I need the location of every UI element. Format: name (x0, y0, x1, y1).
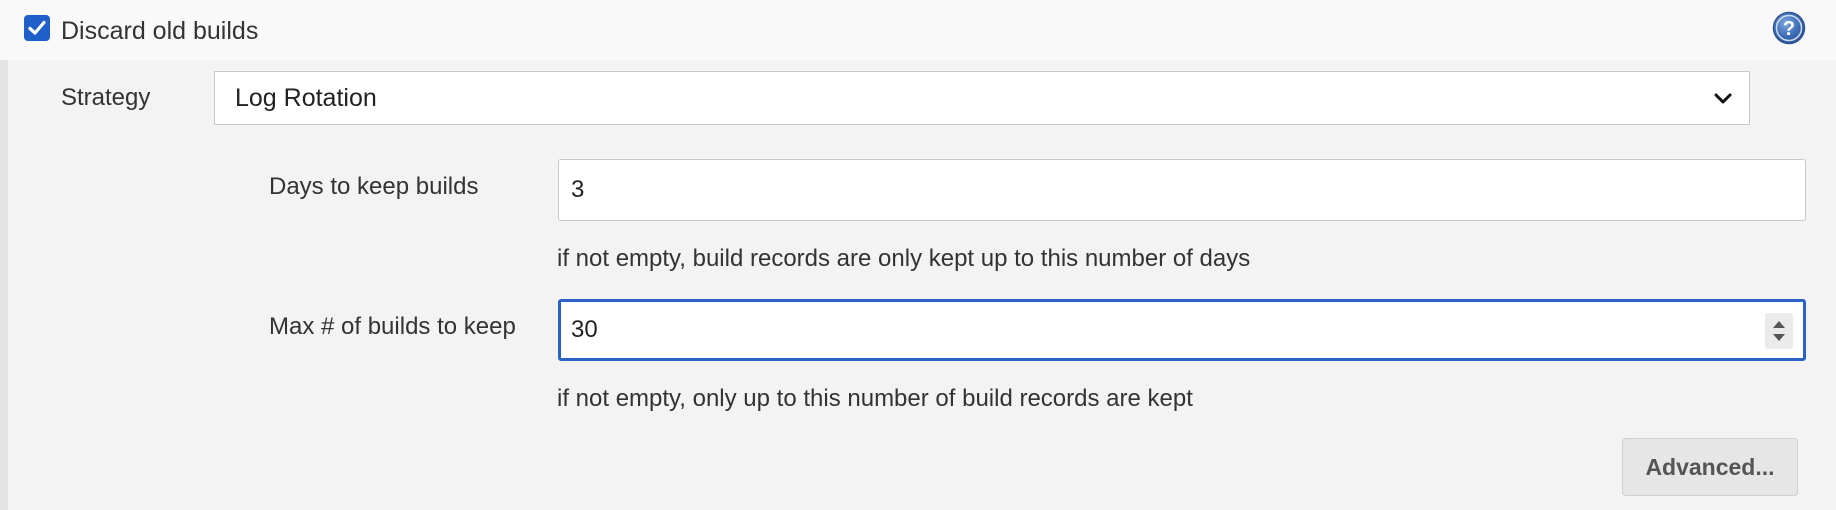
section-header (0, 0, 1836, 60)
strategy-select[interactable]: Log Rotation (214, 71, 1750, 125)
section-indent-bar (0, 60, 8, 510)
advanced-button[interactable]: Advanced... (1622, 438, 1798, 496)
days-to-keep-value: 3 (571, 176, 585, 203)
max-builds-value: 30 (571, 316, 598, 343)
help-glyph: ? (1783, 18, 1795, 40)
number-stepper[interactable] (1765, 313, 1793, 349)
stepper-arrows-icon (1773, 321, 1785, 341)
max-builds-label: Max # of builds to keep (269, 313, 516, 340)
days-to-keep-hint: if not empty, build records are only kep… (557, 245, 1251, 272)
days-to-keep-label: Days to keep builds (269, 173, 479, 200)
chevron-down-icon (1714, 93, 1732, 104)
discard-old-builds-label[interactable]: Discard old builds (61, 16, 258, 46)
max-builds-hint: if not empty, only up to this number of … (557, 385, 1193, 412)
help-icon[interactable]: ? (1772, 11, 1806, 45)
discard-old-builds-section: Discard old builds ? Strategy Log Rotati… (0, 0, 1836, 510)
discard-old-builds-checkbox[interactable] (24, 15, 50, 41)
strategy-label: Strategy (61, 84, 151, 111)
checkmark-icon (28, 20, 46, 35)
strategy-selected-value: Log Rotation (235, 83, 377, 112)
max-builds-input[interactable]: 30 (558, 299, 1806, 361)
days-to-keep-input[interactable]: 3 (558, 159, 1806, 221)
